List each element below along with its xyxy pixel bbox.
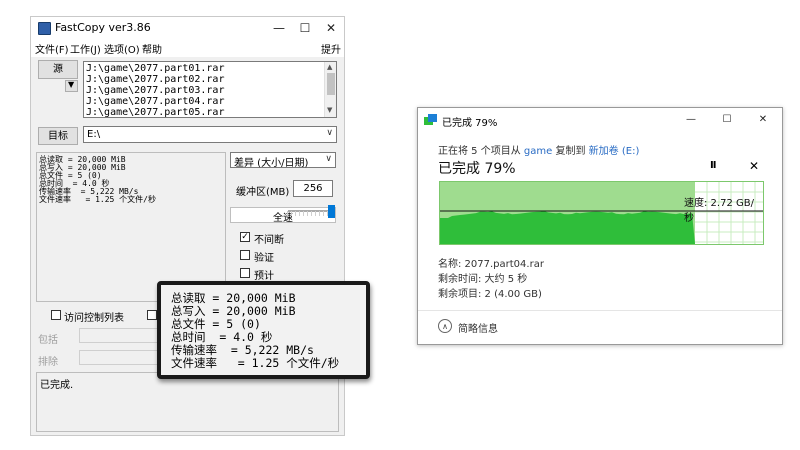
option-no-interrupt-checkbox[interactable]: ✓	[240, 232, 250, 242]
close-button[interactable]: ✕	[318, 17, 344, 39]
copy-progress-dialog: 已完成 79% — ☐ ✕ 正在将 5 个项目从 game 复制到 新加卷 (E…	[417, 107, 783, 345]
copy-progress-icon	[424, 114, 437, 125]
minimize-button[interactable]: —	[678, 108, 704, 132]
destination-path-combo[interactable]: E:\ ∨	[83, 126, 337, 143]
menu-job[interactable]: 工作(J)	[70, 41, 101, 56]
chevron-down-icon: ∨	[326, 128, 333, 138]
filter-checkbox[interactable]	[147, 310, 157, 320]
copy-dialog-title: 已完成 79%	[442, 118, 498, 129]
big-progress-status: 已完成 79%	[438, 161, 516, 177]
zoom-total-files: 总文件 = 5 (0)	[171, 317, 261, 331]
option-no-interrupt-label: 不间断	[254, 235, 284, 246]
magnified-stats-callout: 总读取 = 20,000 MiB 总写入 = 20,000 MiB 总文件 = …	[157, 281, 370, 379]
scroll-down-icon[interactable]: ▼	[327, 106, 332, 114]
include-filter-input[interactable]	[79, 328, 159, 343]
chevron-down-icon: ∨	[325, 154, 332, 164]
source-button[interactable]: 源	[38, 60, 78, 79]
include-label: 包括	[38, 335, 58, 346]
copy-source-link[interactable]: game	[524, 146, 552, 157]
close-button[interactable]: ✕	[750, 108, 776, 132]
destination-path: E:\	[87, 129, 101, 140]
copy-description: 正在将 5 个项目从 game 复制到 新加卷 (E:)	[438, 142, 639, 157]
remaining-items-line: 剩余项目: 2 (4.00 GB)	[438, 289, 542, 300]
option-verify-label: 验证	[254, 253, 274, 264]
speed-slider-ticks	[287, 211, 332, 216]
exclude-label: 排除	[38, 357, 58, 368]
menu-elevate[interactable]: 提升	[321, 41, 341, 56]
chevron-up-icon[interactable]: ∧	[438, 319, 452, 333]
copy-mode-select[interactable]: 差异 (大小/日期) ∨	[230, 152, 336, 169]
copy-mode-value: 差异 (大小/日期)	[234, 158, 309, 169]
pause-icon[interactable]: II	[710, 160, 717, 171]
menu-file[interactable]: 文件(F)	[35, 41, 69, 56]
option-verify-checkbox[interactable]	[240, 250, 250, 260]
cancel-icon[interactable]: ✕	[749, 159, 759, 173]
source-dropdown-button[interactable]: ▼	[65, 80, 78, 92]
minimize-button[interactable]: —	[266, 17, 292, 39]
list-item[interactable]: J:\game\2077.part05.rar	[86, 107, 224, 117]
log-text: 已完成.	[40, 380, 74, 391]
list-item[interactable]: J:\game\2077.part01.rar	[86, 63, 224, 74]
maximize-button[interactable]: ☐	[292, 17, 318, 39]
log-panel[interactable]: 已完成.	[36, 372, 339, 432]
speed-slider-thumb[interactable]	[328, 205, 335, 218]
transfer-speed-graph: 速度: 2.72 GB/秒	[439, 181, 764, 245]
option-estimate-checkbox[interactable]	[240, 268, 250, 278]
fastcopy-title-bar[interactable]: FastCopy ver3.86 — ☐ ✕	[31, 17, 344, 39]
copy-desc-prefix: 正在将 5 个项目从	[438, 146, 521, 157]
source-file-list[interactable]: J:\game\2077.part01.rar J:\game\2077.par…	[83, 61, 337, 118]
zoom-total-read: 总读取 = 20,000 MiB	[171, 291, 296, 305]
divider	[418, 310, 782, 311]
fewer-details-link[interactable]: 简略信息	[458, 320, 498, 335]
menu-help[interactable]: 帮助	[142, 41, 162, 56]
fastcopy-menu-bar: 文件(F) 工作(J) 选项(O) 帮助 提升	[31, 39, 344, 57]
fastcopy-title: FastCopy ver3.86	[55, 21, 151, 34]
list-item[interactable]: J:\game\2077.part04.rar	[86, 96, 224, 107]
scrollbar-thumb[interactable]	[327, 73, 335, 95]
source-list-scrollbar[interactable]: ▲ ▼	[324, 62, 336, 117]
acl-checkbox[interactable]	[51, 310, 61, 320]
speed-text: 速度: 2.72 GB/秒	[684, 198, 754, 224]
checkmark-icon: ✓	[241, 232, 249, 242]
acl-label: 访问控制列表	[64, 313, 124, 324]
file-name-line: 名称: 2077.part04.rar	[438, 259, 544, 270]
zoom-transfer-rate: 传输速率 = 5,222 MB/s	[171, 343, 314, 357]
exclude-filter-input[interactable]	[79, 350, 159, 365]
fastcopy-app-icon	[38, 22, 51, 35]
copy-dialog-title-bar[interactable]: 已完成 79% — ☐ ✕	[418, 108, 782, 132]
destination-button[interactable]: 目标	[38, 127, 78, 145]
stat-file-rate: 文件速率 = 1.25 个文件/秒	[39, 195, 156, 204]
maximize-button[interactable]: ☐	[714, 108, 740, 132]
stats-panel: 总读取 = 20,000 MiB 总写入 = 20,000 MiB 总文件 = …	[36, 152, 226, 302]
zoom-total-write: 总写入 = 20,000 MiB	[171, 304, 296, 318]
buffer-label: 缓冲区(MB)	[236, 187, 290, 198]
zoom-file-rate: 文件速率 = 1.25 个文件/秒	[171, 356, 340, 370]
chevron-down-icon: ▼	[68, 80, 75, 89]
menu-options[interactable]: 选项(O)	[104, 41, 140, 56]
copy-desc-middle: 复制到	[555, 146, 586, 157]
option-estimate-label: 预计	[254, 271, 274, 282]
scroll-up-icon[interactable]: ▲	[327, 63, 332, 71]
copy-destination-link[interactable]: 新加卷 (E:)	[589, 146, 640, 157]
speed-area	[440, 211, 695, 244]
list-item[interactable]: J:\game\2077.part02.rar	[86, 74, 224, 85]
zoom-total-time: 总时间 = 4.0 秒	[171, 330, 273, 344]
list-item[interactable]: J:\game\2077.part03.rar	[86, 85, 224, 96]
remaining-time-line: 剩余时间: 大约 5 秒	[438, 274, 528, 285]
buffer-size-input[interactable]: 256	[293, 180, 333, 197]
